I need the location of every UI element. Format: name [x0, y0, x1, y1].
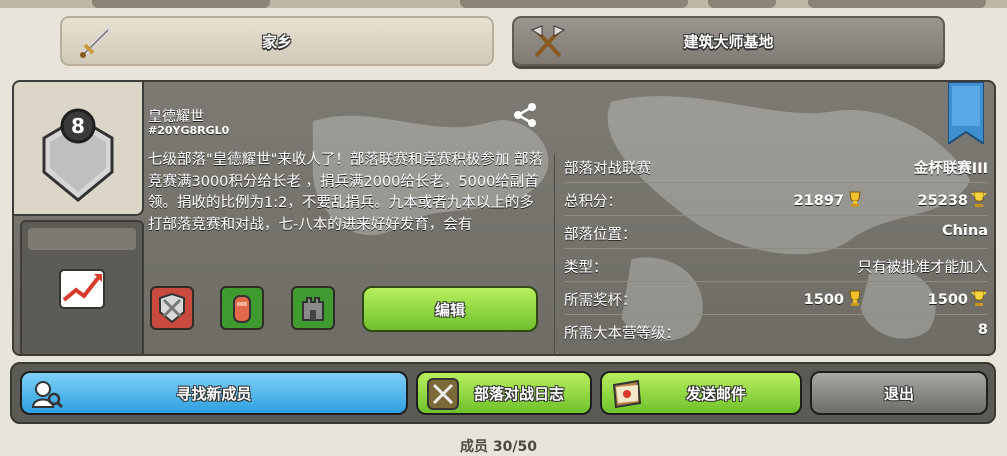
clan-level: 8 — [71, 114, 85, 138]
info-row-required-townhall: 所需大本营等级： 8 — [564, 315, 988, 347]
required-trophies: 1500 — [803, 292, 844, 308]
tab-home[interactable]: 家乡 — [60, 16, 494, 66]
panel-divider — [554, 154, 555, 354]
war-log-button[interactable]: 部落对战日志 — [416, 371, 592, 415]
required-builder-trophies: 1500 — [927, 292, 968, 308]
clan-tag: #20YG8RGL0 — [148, 124, 230, 137]
tab-builder-label: 建筑大师基地 — [683, 32, 774, 51]
clan-shield-area: 8 — [14, 82, 144, 216]
clan-castle-badge[interactable] — [291, 286, 335, 330]
info-row-war-league: 部落对战联赛 金杯联赛III — [564, 150, 988, 183]
clan-stats-box[interactable] — [20, 220, 144, 354]
clan-name: 皇德耀世 — [148, 109, 204, 125]
find-new-members-label: 寻找新成员 — [176, 384, 252, 403]
info-value-trophies: 21897 — [794, 190, 864, 209]
trophy-icon — [849, 191, 861, 207]
info-row-required-trophies: 所需奖杯： 1500 1500 — [564, 282, 988, 315]
castle-badge-icon — [302, 297, 324, 321]
search-members-icon — [31, 381, 64, 409]
send-mail-label: 发送邮件 — [685, 384, 746, 403]
info-value-builder-trophies: 25238 — [918, 190, 988, 209]
info-label: 所需大本营等级： — [564, 326, 680, 342]
share-icon[interactable] — [510, 100, 540, 130]
info-value: China — [941, 223, 988, 239]
stats-chart-icon — [59, 269, 105, 309]
clan-description: 七级部落"皇德耀世"来收人了！部落联赛和竞赛积极参加 部落竞赛满3000积分给长… — [148, 152, 543, 233]
builder-trophy-points: 25238 — [917, 193, 968, 209]
send-mail-button[interactable]: 发送邮件 — [600, 371, 802, 415]
clan-info-panel: 8 皇德耀世 #20YG8RGL0 七级部落"皇德耀世"来收人了！部落联赛和竞赛… — [12, 80, 996, 356]
war-log-label: 部落对战日志 — [473, 384, 564, 403]
info-value-builder-trophies: 1500 — [928, 289, 988, 308]
info-row-type: 类型： 只有被批准才能加入 — [564, 249, 988, 282]
find-new-members-button[interactable]: 寻找新成员 — [20, 371, 408, 415]
tab-home-label: 家乡 — [261, 32, 292, 51]
info-label: 所需奖杯： — [564, 293, 637, 309]
info-label: 总积分： — [564, 194, 622, 210]
clan-shield-icon: 8 — [42, 108, 114, 202]
edit-button[interactable]: 编辑 — [362, 286, 538, 332]
builder-trophy-icon — [971, 290, 987, 306]
builder-trophy-icon — [971, 191, 987, 207]
war-league-badge-icon — [159, 292, 185, 324]
info-value-trophies: 1500 — [804, 289, 864, 308]
member-count: 成员 30/50 — [460, 439, 537, 455]
info-row-total-points: 总积分： 21897 25238 — [564, 183, 988, 216]
info-label: 部落位置： — [564, 227, 637, 243]
leave-clan-label: 退出 — [883, 384, 914, 403]
trophy-points: 21897 — [793, 193, 844, 209]
info-label: 部落对战联赛 — [564, 161, 651, 177]
mail-icon — [612, 379, 642, 409]
builder-axes-icon — [530, 25, 566, 58]
info-label: 类型： — [564, 260, 608, 276]
info-row-location: 部落位置： China — [564, 216, 988, 249]
info-value: 8 — [977, 322, 988, 338]
top-strip — [0, 0, 1007, 8]
clan-info-list: 部落对战联赛 金杯联赛III 总积分： 21897 25238 部落位置： Ch… — [564, 150, 988, 347]
sword-icon — [80, 27, 111, 58]
war-swords-icon — [427, 378, 459, 410]
perk-badge-icon — [233, 295, 251, 323]
ribbon-icon — [948, 82, 984, 144]
tab-builder-base[interactable]: 建筑大师基地 — [512, 16, 945, 66]
leave-clan-button[interactable]: 退出 — [810, 371, 988, 415]
clan-perk-badge[interactable] — [220, 286, 264, 330]
info-value: 只有被批准才能加入 — [857, 260, 989, 276]
info-value: 金杯联赛III — [913, 161, 988, 177]
war-league-badge[interactable] — [150, 286, 194, 330]
trophy-icon — [849, 290, 861, 306]
